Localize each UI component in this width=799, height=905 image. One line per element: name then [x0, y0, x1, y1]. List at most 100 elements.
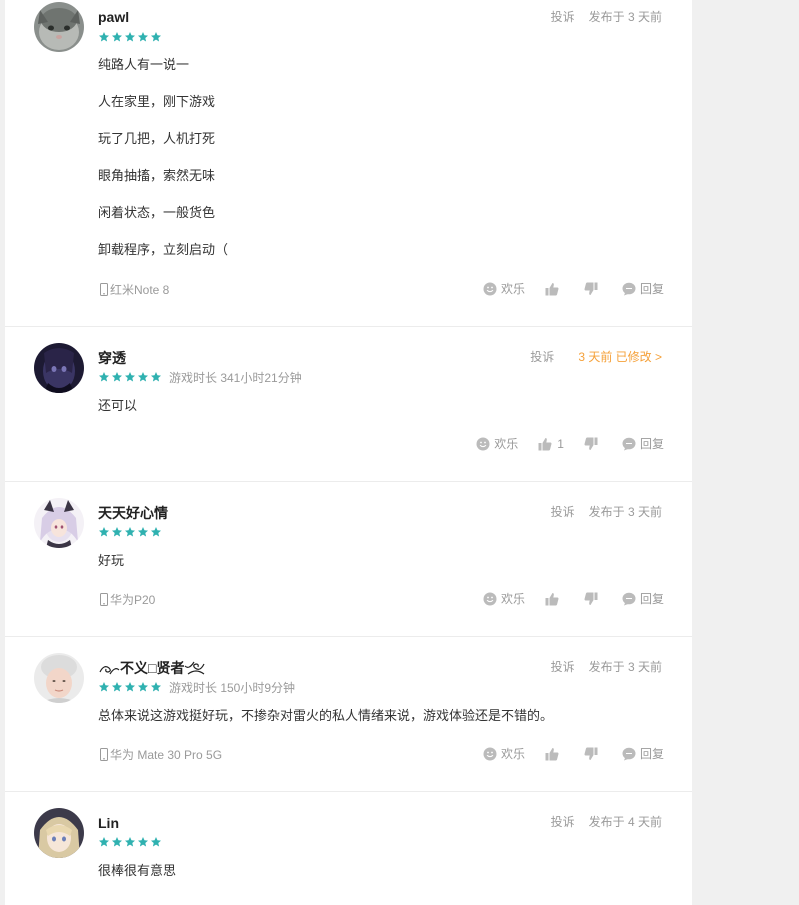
smile-icon: [483, 282, 497, 296]
reviewer-name[interactable]: Lin: [98, 815, 119, 831]
comment-icon: [622, 437, 636, 451]
review-text-line: 卸载程序，立刻启动（: [98, 242, 229, 257]
like-button[interactable]: [545, 592, 564, 606]
device-info: 华为P20: [100, 591, 155, 608]
thumbs-up-icon: [545, 282, 559, 296]
report-link[interactable]: 投诉: [551, 659, 575, 675]
edited-date-link[interactable]: 3 天前 已修改 >: [578, 349, 662, 365]
reply-button[interactable]: 回复: [622, 590, 664, 607]
review-text-line: 纯路人有一说一: [98, 57, 190, 72]
reply-button[interactable]: 回复: [622, 435, 664, 452]
avatar[interactable]: [34, 2, 84, 52]
review-content: 纯路人有一说一 人在家里，刚下游戏 玩了几把，人机打死 眼角抽搐，索然无味 闲着…: [98, 57, 228, 258]
reviewer-name-text: 不义□贤者: [120, 660, 185, 676]
avatar[interactable]: [34, 808, 84, 858]
star-icon: [111, 371, 123, 383]
smile-icon: [483, 747, 497, 761]
report-link[interactable]: 投诉: [551, 814, 575, 830]
phone-icon: [100, 283, 108, 296]
fun-button[interactable]: 欢乐: [483, 280, 525, 297]
like-button[interactable]: [545, 747, 564, 761]
reply-label: 回复: [639, 747, 664, 761]
star-icon: [98, 31, 110, 43]
smile-icon: [483, 592, 497, 606]
reviewer-name[interactable]: 天天好心情: [98, 505, 168, 521]
star-icon: [150, 526, 162, 538]
dislike-button[interactable]: [584, 282, 602, 296]
like-count: 1: [557, 436, 564, 451]
comment-icon: [622, 592, 636, 606]
reviewer-name[interactable]: pawl: [98, 9, 129, 25]
thumbs-up-icon: [545, 592, 559, 606]
star-icon: [98, 836, 110, 848]
star-icon: [150, 371, 162, 383]
star-rating: [98, 371, 163, 383]
review-content: 很棒很有意思: [98, 863, 176, 879]
star-icon: [124, 371, 136, 383]
star-rating: [98, 836, 163, 848]
reply-button[interactable]: 回复: [622, 280, 664, 297]
review-meta: 投诉 3 天前 已修改 >: [530, 349, 662, 365]
rating: [98, 30, 163, 44]
comment-icon: [622, 282, 636, 296]
review-content: 好玩: [98, 553, 124, 569]
like-button[interactable]: 1: [538, 437, 564, 451]
review-content: 总体来说这游戏挺好玩，不掺杂对雷火的私人情绪来说，游戏体验还是不错的。: [98, 708, 553, 724]
post-date: 发布于 3 天前: [588, 10, 662, 24]
reply-button[interactable]: 回复: [622, 745, 664, 762]
dislike-button[interactable]: [584, 437, 602, 451]
post-date: 发布于 3 天前: [588, 505, 662, 519]
thumbs-up-icon: [545, 747, 559, 761]
thumbs-up-icon: [538, 437, 552, 451]
swirl-ornament-icon: [184, 660, 206, 676]
review-actions: 欢乐 1 回复: [456, 435, 664, 452]
thumbs-down-icon: [584, 592, 598, 606]
review-text-line: 好玩: [98, 553, 125, 568]
star-icon: [124, 526, 136, 538]
star-icon: [137, 681, 149, 693]
playtime: 游戏时长 341小时21分钟: [169, 370, 302, 385]
phone-icon: [100, 593, 108, 606]
device-name: 华为 Mate 30 Pro 5G: [110, 748, 223, 762]
review-text-line: 玩了几把，人机打死: [98, 131, 216, 146]
report-link[interactable]: 投诉: [530, 349, 554, 365]
playtime: 游戏时长 150小时9分钟: [169, 680, 296, 695]
avatar[interactable]: [34, 498, 84, 548]
dislike-button[interactable]: [584, 592, 602, 606]
report-link[interactable]: 投诉: [551, 504, 575, 520]
review-actions: 欢乐 回复: [463, 280, 664, 297]
post-date: 发布于 4 天前: [588, 815, 662, 829]
dislike-button[interactable]: [584, 747, 602, 761]
star-rating: [98, 31, 163, 43]
star-icon: [137, 836, 149, 848]
fun-button[interactable]: 欢乐: [483, 745, 525, 762]
review-item: Lin 投诉 发布于 4 天前 很棒很有意思: [5, 792, 692, 905]
rating: [98, 835, 163, 849]
like-button[interactable]: [545, 282, 564, 296]
star-rating: [98, 526, 163, 538]
fun-button[interactable]: 欢乐: [476, 435, 518, 452]
avatar[interactable]: [34, 653, 84, 703]
reviewer-name[interactable]: 不义□贤者: [98, 660, 206, 679]
reviewer-name[interactable]: 穿透: [98, 350, 126, 366]
review-meta: 投诉 发布于 3 天前: [551, 504, 662, 520]
reply-label: 回复: [639, 592, 664, 606]
star-icon: [124, 681, 136, 693]
thumbs-down-icon: [584, 282, 598, 296]
comment-icon: [622, 747, 636, 761]
star-icon: [124, 31, 136, 43]
star-icon: [111, 31, 123, 43]
rating: 游戏时长 341小时21分钟: [98, 370, 302, 385]
star-icon: [111, 681, 123, 693]
review-text-line: 很棒很有意思: [98, 863, 177, 878]
rating: 游戏时长 150小时9分钟: [98, 680, 296, 695]
review-text-line: 闲着状态，一般货色: [98, 205, 216, 220]
review-content: 还可以: [98, 398, 137, 414]
review-text-line: 眼角抽搐，索然无味: [98, 168, 216, 183]
star-icon: [111, 526, 123, 538]
thumbs-down-icon: [584, 437, 598, 451]
fun-button[interactable]: 欢乐: [483, 590, 525, 607]
swirl-ornament-icon: [98, 660, 120, 676]
report-link[interactable]: 投诉: [551, 9, 575, 25]
avatar[interactable]: [34, 343, 84, 393]
